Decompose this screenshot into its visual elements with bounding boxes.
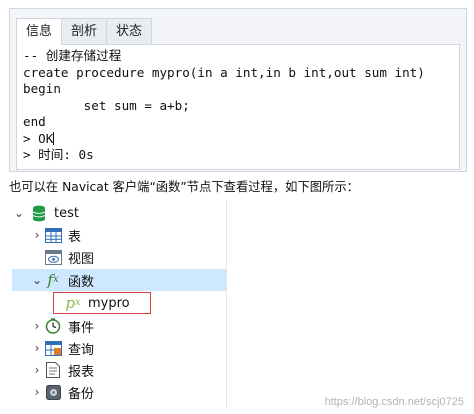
output-text: -- 创建存储过程 create procedure mypro(in a int… [23,48,425,164]
function-icon: fx [47,271,59,289]
tree-item-label: mypro [88,295,130,311]
tree-item-functions[interactable]: ⌄ fx 函数 [12,269,226,291]
tree-item-label: 备份 [68,386,95,402]
result-tabs: 信息 剖析 状态 [16,18,153,45]
chevron-right-icon[interactable]: › [30,341,44,355]
database-icon [30,204,48,222]
output-time-line: > 时间: 0s [23,147,94,162]
code-line-create: create procedure mypro(in a int,in b int… [23,64,425,80]
tree-item-mypro[interactable]: px mypro [48,292,226,314]
tree-item-views[interactable]: 视图 [30,246,226,268]
chevron-down-icon[interactable]: ⌄ [12,206,26,220]
chevron-right-icon[interactable]: › [30,319,44,333]
tree-item-label: 查询 [68,342,95,358]
code-line-end: end [23,114,46,129]
tree-item-events[interactable]: › 事件 [30,315,226,337]
output-ok-text: > OK [23,130,54,146]
tree-item-database[interactable]: ⌄ test [12,202,79,224]
query-result-panel: 信息 剖析 状态 -- 创建存储过程 create procedure mypro… [9,8,467,172]
tree-item-backups[interactable]: › 备份 [30,381,226,403]
tree-item-label: 函数 [68,274,95,290]
tree-item-label: 视图 [68,251,95,267]
tab-status[interactable]: 状态 [106,18,153,44]
chevron-right-icon[interactable]: › [30,363,44,377]
tree-item-label: 表 [68,229,82,245]
backup-icon [44,383,62,401]
chevron-right-icon[interactable]: › [30,228,44,242]
tree-divider [226,200,227,410]
query-icon [44,339,62,357]
database-label: test [54,205,79,221]
watermark: https://blog.csdn.net/scj0725 [324,396,464,408]
output-ok-line: > OK [23,131,425,148]
procedure-icon: px [65,294,81,312]
table-icon [44,226,62,244]
code-line-begin: begin [23,81,61,96]
tree-item-queries[interactable]: › 查询 [30,337,226,359]
tree-item-reports[interactable]: › 报表 [30,359,226,381]
clock-icon [44,317,62,335]
message-output[interactable]: -- 创建存储过程 create procedure mypro(in a int… [16,44,460,170]
tree-item-tables[interactable]: › 表 [30,224,226,246]
chevron-right-icon[interactable]: › [30,385,44,399]
tree-item-label: 报表 [68,364,95,380]
text-caret [53,131,55,145]
caption-text: 也可以在 Navicat 客户端“函数”节点下查看过程，如下图所示： [9,180,359,194]
tree-item-label: 事件 [68,320,95,336]
code-line-comment: -- 创建存储过程 [23,48,122,63]
view-icon [44,248,62,266]
tab-profile[interactable]: 剖析 [61,18,108,44]
report-icon [44,361,62,379]
chevron-down-icon[interactable]: ⌄ [30,273,44,287]
tab-info[interactable]: 信息 [16,18,63,45]
code-line-set: set sum = a+b; [23,97,190,113]
